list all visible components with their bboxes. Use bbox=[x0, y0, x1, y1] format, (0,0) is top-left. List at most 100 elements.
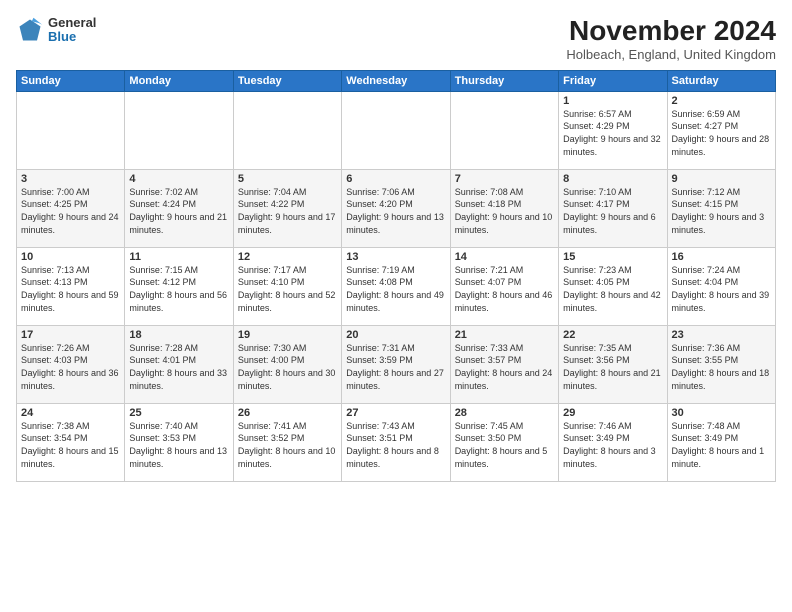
day-number: 28 bbox=[455, 407, 554, 419]
calendar-cell bbox=[233, 91, 341, 169]
day-info: Sunrise: 7:28 AM Sunset: 4:01 PM Dayligh… bbox=[129, 342, 228, 392]
day-number: 24 bbox=[21, 407, 120, 419]
calendar-week-row: 1Sunrise: 6:57 AM Sunset: 4:29 PM Daylig… bbox=[17, 91, 776, 169]
day-number: 16 bbox=[672, 251, 771, 263]
calendar-cell: 15Sunrise: 7:23 AM Sunset: 4:05 PM Dayli… bbox=[559, 247, 667, 325]
calendar-cell: 17Sunrise: 7:26 AM Sunset: 4:03 PM Dayli… bbox=[17, 325, 125, 403]
day-number: 1 bbox=[563, 95, 662, 107]
day-number: 9 bbox=[672, 173, 771, 185]
day-number: 14 bbox=[455, 251, 554, 263]
calendar-header-sunday: Sunday bbox=[17, 70, 125, 91]
calendar-table: SundayMondayTuesdayWednesdayThursdayFrid… bbox=[16, 70, 776, 482]
calendar-cell: 30Sunrise: 7:48 AM Sunset: 3:49 PM Dayli… bbox=[667, 403, 775, 481]
calendar-cell: 7Sunrise: 7:08 AM Sunset: 4:18 PM Daylig… bbox=[450, 169, 558, 247]
calendar-cell: 18Sunrise: 7:28 AM Sunset: 4:01 PM Dayli… bbox=[125, 325, 233, 403]
calendar-cell: 4Sunrise: 7:02 AM Sunset: 4:24 PM Daylig… bbox=[125, 169, 233, 247]
logo-text: General Blue bbox=[48, 16, 96, 45]
calendar-cell: 5Sunrise: 7:04 AM Sunset: 4:22 PM Daylig… bbox=[233, 169, 341, 247]
day-info: Sunrise: 7:41 AM Sunset: 3:52 PM Dayligh… bbox=[238, 420, 337, 470]
day-number: 4 bbox=[129, 173, 228, 185]
day-info: Sunrise: 7:30 AM Sunset: 4:00 PM Dayligh… bbox=[238, 342, 337, 392]
day-number: 30 bbox=[672, 407, 771, 419]
day-info: Sunrise: 7:46 AM Sunset: 3:49 PM Dayligh… bbox=[563, 420, 662, 470]
day-info: Sunrise: 7:19 AM Sunset: 4:08 PM Dayligh… bbox=[346, 264, 445, 314]
day-number: 13 bbox=[346, 251, 445, 263]
calendar-cell: 9Sunrise: 7:12 AM Sunset: 4:15 PM Daylig… bbox=[667, 169, 775, 247]
calendar-cell: 14Sunrise: 7:21 AM Sunset: 4:07 PM Dayli… bbox=[450, 247, 558, 325]
calendar-cell: 11Sunrise: 7:15 AM Sunset: 4:12 PM Dayli… bbox=[125, 247, 233, 325]
title-month: November 2024 bbox=[566, 16, 776, 47]
calendar-week-row: 3Sunrise: 7:00 AM Sunset: 4:25 PM Daylig… bbox=[17, 169, 776, 247]
calendar-cell: 1Sunrise: 6:57 AM Sunset: 4:29 PM Daylig… bbox=[559, 91, 667, 169]
calendar-header-friday: Friday bbox=[559, 70, 667, 91]
calendar-cell: 19Sunrise: 7:30 AM Sunset: 4:00 PM Dayli… bbox=[233, 325, 341, 403]
calendar-cell: 16Sunrise: 7:24 AM Sunset: 4:04 PM Dayli… bbox=[667, 247, 775, 325]
day-number: 15 bbox=[563, 251, 662, 263]
day-info: Sunrise: 7:23 AM Sunset: 4:05 PM Dayligh… bbox=[563, 264, 662, 314]
day-info: Sunrise: 7:45 AM Sunset: 3:50 PM Dayligh… bbox=[455, 420, 554, 470]
logo-general-label: General bbox=[48, 16, 96, 30]
calendar-cell: 22Sunrise: 7:35 AM Sunset: 3:56 PM Dayli… bbox=[559, 325, 667, 403]
calendar-cell: 13Sunrise: 7:19 AM Sunset: 4:08 PM Dayli… bbox=[342, 247, 450, 325]
calendar-cell: 8Sunrise: 7:10 AM Sunset: 4:17 PM Daylig… bbox=[559, 169, 667, 247]
day-number: 17 bbox=[21, 329, 120, 341]
calendar-header-tuesday: Tuesday bbox=[233, 70, 341, 91]
calendar-cell: 2Sunrise: 6:59 AM Sunset: 4:27 PM Daylig… bbox=[667, 91, 775, 169]
day-number: 26 bbox=[238, 407, 337, 419]
day-info: Sunrise: 7:04 AM Sunset: 4:22 PM Dayligh… bbox=[238, 186, 337, 236]
calendar-cell: 3Sunrise: 7:00 AM Sunset: 4:25 PM Daylig… bbox=[17, 169, 125, 247]
calendar-cell: 12Sunrise: 7:17 AM Sunset: 4:10 PM Dayli… bbox=[233, 247, 341, 325]
day-number: 25 bbox=[129, 407, 228, 419]
calendar-header-thursday: Thursday bbox=[450, 70, 558, 91]
logo-icon bbox=[16, 16, 44, 44]
calendar-header-saturday: Saturday bbox=[667, 70, 775, 91]
day-number: 3 bbox=[21, 173, 120, 185]
logo: General Blue bbox=[16, 16, 96, 45]
day-info: Sunrise: 7:02 AM Sunset: 4:24 PM Dayligh… bbox=[129, 186, 228, 236]
day-number: 11 bbox=[129, 251, 228, 263]
day-number: 7 bbox=[455, 173, 554, 185]
calendar-cell bbox=[450, 91, 558, 169]
day-number: 19 bbox=[238, 329, 337, 341]
day-number: 18 bbox=[129, 329, 228, 341]
day-info: Sunrise: 7:40 AM Sunset: 3:53 PM Dayligh… bbox=[129, 420, 228, 470]
day-info: Sunrise: 7:33 AM Sunset: 3:57 PM Dayligh… bbox=[455, 342, 554, 392]
day-number: 8 bbox=[563, 173, 662, 185]
day-info: Sunrise: 7:21 AM Sunset: 4:07 PM Dayligh… bbox=[455, 264, 554, 314]
calendar-cell: 25Sunrise: 7:40 AM Sunset: 3:53 PM Dayli… bbox=[125, 403, 233, 481]
day-info: Sunrise: 7:24 AM Sunset: 4:04 PM Dayligh… bbox=[672, 264, 771, 314]
day-info: Sunrise: 7:35 AM Sunset: 3:56 PM Dayligh… bbox=[563, 342, 662, 392]
day-info: Sunrise: 7:08 AM Sunset: 4:18 PM Dayligh… bbox=[455, 186, 554, 236]
calendar-cell: 6Sunrise: 7:06 AM Sunset: 4:20 PM Daylig… bbox=[342, 169, 450, 247]
day-info: Sunrise: 7:38 AM Sunset: 3:54 PM Dayligh… bbox=[21, 420, 120, 470]
day-number: 20 bbox=[346, 329, 445, 341]
title-location: Holbeach, England, United Kingdom bbox=[566, 47, 776, 62]
day-info: Sunrise: 6:57 AM Sunset: 4:29 PM Dayligh… bbox=[563, 108, 662, 158]
logo-blue-label: Blue bbox=[48, 30, 96, 44]
day-info: Sunrise: 6:59 AM Sunset: 4:27 PM Dayligh… bbox=[672, 108, 771, 158]
day-number: 29 bbox=[563, 407, 662, 419]
day-number: 23 bbox=[672, 329, 771, 341]
calendar-header-monday: Monday bbox=[125, 70, 233, 91]
header: General Blue November 2024 Holbeach, Eng… bbox=[16, 16, 776, 62]
day-info: Sunrise: 7:10 AM Sunset: 4:17 PM Dayligh… bbox=[563, 186, 662, 236]
day-info: Sunrise: 7:00 AM Sunset: 4:25 PM Dayligh… bbox=[21, 186, 120, 236]
day-info: Sunrise: 7:48 AM Sunset: 3:49 PM Dayligh… bbox=[672, 420, 771, 470]
day-number: 10 bbox=[21, 251, 120, 263]
day-number: 27 bbox=[346, 407, 445, 419]
calendar-cell: 20Sunrise: 7:31 AM Sunset: 3:59 PM Dayli… bbox=[342, 325, 450, 403]
day-number: 5 bbox=[238, 173, 337, 185]
calendar-cell: 27Sunrise: 7:43 AM Sunset: 3:51 PM Dayli… bbox=[342, 403, 450, 481]
calendar-cell bbox=[342, 91, 450, 169]
calendar-cell: 24Sunrise: 7:38 AM Sunset: 3:54 PM Dayli… bbox=[17, 403, 125, 481]
calendar-header-wednesday: Wednesday bbox=[342, 70, 450, 91]
day-number: 12 bbox=[238, 251, 337, 263]
calendar-week-row: 10Sunrise: 7:13 AM Sunset: 4:13 PM Dayli… bbox=[17, 247, 776, 325]
calendar-cell: 26Sunrise: 7:41 AM Sunset: 3:52 PM Dayli… bbox=[233, 403, 341, 481]
title-block: November 2024 Holbeach, England, United … bbox=[566, 16, 776, 62]
calendar-week-row: 24Sunrise: 7:38 AM Sunset: 3:54 PM Dayli… bbox=[17, 403, 776, 481]
day-info: Sunrise: 7:06 AM Sunset: 4:20 PM Dayligh… bbox=[346, 186, 445, 236]
calendar-cell: 21Sunrise: 7:33 AM Sunset: 3:57 PM Dayli… bbox=[450, 325, 558, 403]
day-info: Sunrise: 7:36 AM Sunset: 3:55 PM Dayligh… bbox=[672, 342, 771, 392]
calendar-week-row: 17Sunrise: 7:26 AM Sunset: 4:03 PM Dayli… bbox=[17, 325, 776, 403]
